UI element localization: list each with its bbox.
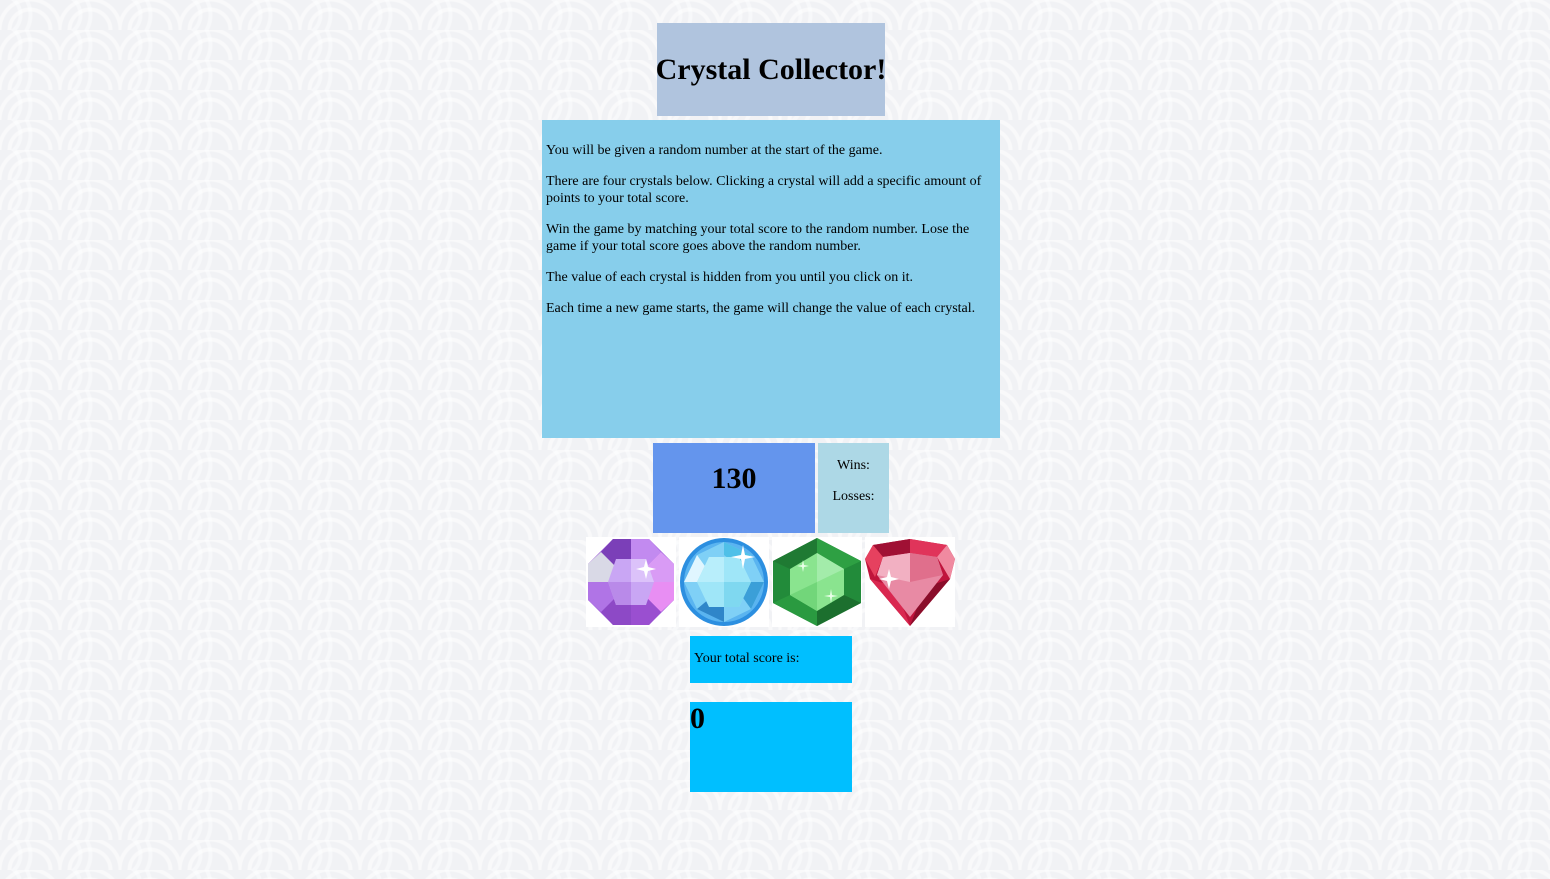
instruction-line: Each time a new game starts, the game wi… <box>546 301 976 316</box>
score-label-box: Your total score is: <box>690 636 852 683</box>
target-number-box: 130 <box>653 443 815 533</box>
instruction-line: You will be given a random number at the… <box>546 143 883 158</box>
losses-label: Losses: <box>832 489 875 504</box>
red-crystal-icon <box>865 539 955 626</box>
purple-crystal-button[interactable] <box>586 537 676 627</box>
wins-label: Wins: <box>837 458 870 473</box>
title-banner: Crystal Collector! <box>655 23 887 116</box>
green-crystal-button[interactable] <box>772 537 862 627</box>
blue-crystal-icon <box>680 538 768 626</box>
target-number: 130 <box>711 462 757 495</box>
green-crystal-icon <box>773 538 861 626</box>
score-value-box: 0 <box>690 702 852 792</box>
game-title: Crystal Collector! <box>655 52 887 86</box>
purple-crystal-icon <box>588 539 674 625</box>
instruction-line: There are four crystals below. Clicking … <box>546 174 982 206</box>
score-value: 0 <box>690 702 705 735</box>
instruction-line: The value of each crystal is hidden from… <box>546 270 914 285</box>
record-box: Wins: Losses: <box>818 443 889 533</box>
red-crystal-button[interactable] <box>865 537 955 627</box>
blue-crystal-button[interactable] <box>679 537 769 627</box>
instruction-line: Win the game by matching your total scor… <box>546 222 970 254</box>
instructions-panel: You will be given a random number at the… <box>542 120 1000 438</box>
score-label: Your total score is: <box>694 651 800 666</box>
